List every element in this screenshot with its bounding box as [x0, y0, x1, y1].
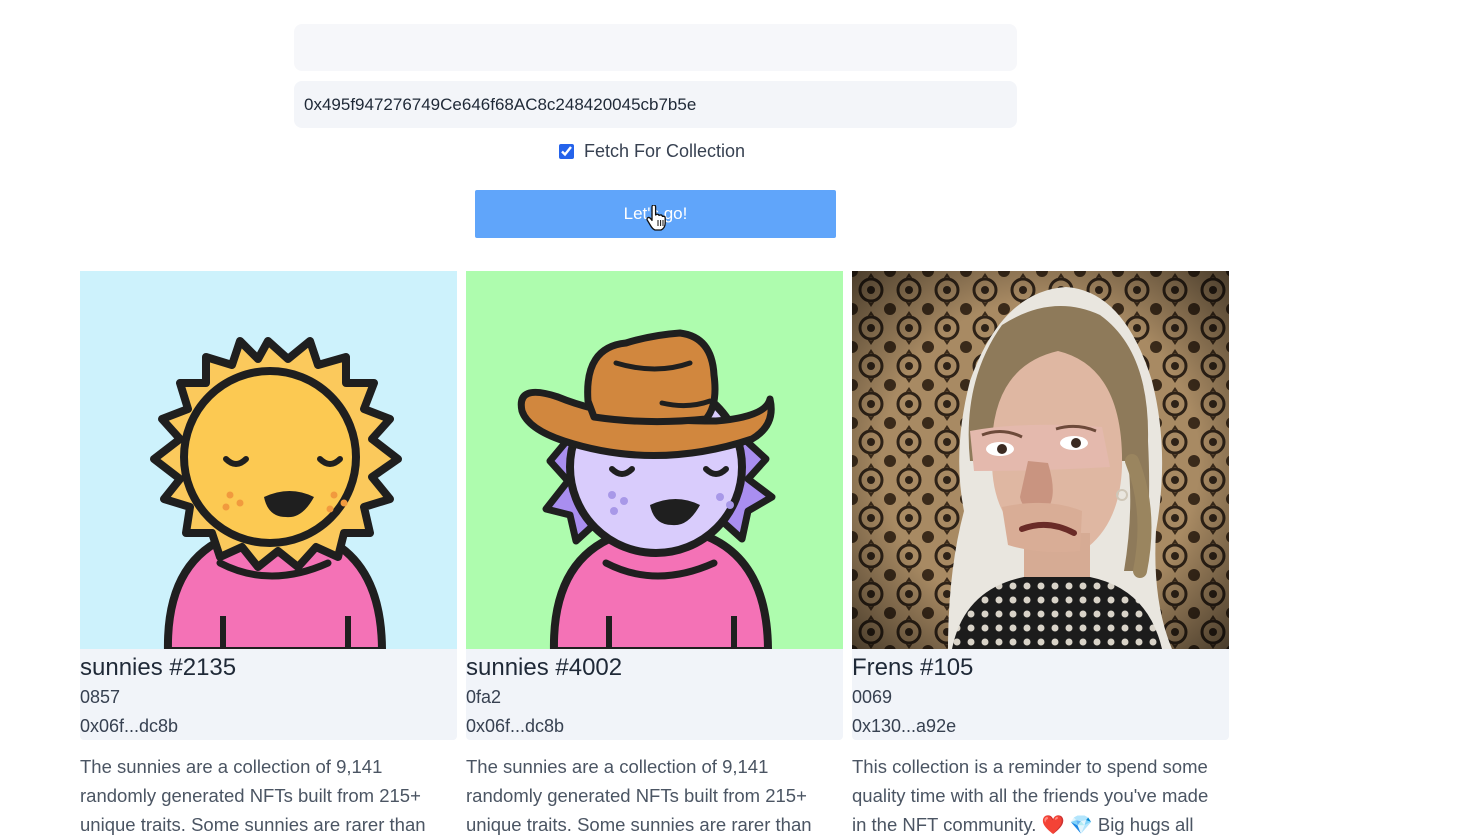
nft-token-id: 0857	[80, 687, 121, 707]
nft-title: sunnies #2135	[80, 654, 237, 681]
nft-description: The sunnies are a collection of 9,141 ra…	[80, 756, 426, 835]
nft-card[interactable]: sunnies #4002 0fa2 0x06f...dc8b The sunn…	[466, 271, 843, 839]
nft-card-grid: sunnies #2135 0857 0x06f...dc8b The sunn…	[80, 271, 1229, 839]
nft-title: sunnies #4002	[466, 654, 623, 681]
nft-card[interactable]: Frens #105 0069 0x130...a92e This collec…	[852, 271, 1229, 839]
nft-token-id: 0069	[852, 687, 893, 707]
fetch-collection-checkbox[interactable]	[559, 144, 574, 159]
nft-card[interactable]: sunnies #2135 0857 0x06f...dc8b The sunn…	[80, 271, 457, 839]
fetch-collection-option[interactable]: Fetch For Collection	[559, 141, 745, 162]
hand-cursor-icon	[646, 205, 666, 231]
nft-owner-address: 0x06f...dc8b	[80, 716, 179, 736]
nft-image-cowboy-character[interactable]	[466, 271, 843, 649]
nft-card-meta: sunnies #2135 0857 0x06f...dc8b	[80, 649, 457, 740]
nft-description: The sunnies are a collection of 9,141 ra…	[466, 756, 812, 835]
nft-owner-address: 0x130...a92e	[852, 716, 957, 736]
contract-address-input[interactable]	[294, 81, 1017, 128]
nft-owner-address: 0x06f...dc8b	[466, 716, 565, 736]
nft-card-meta: sunnies #4002 0fa2 0x06f...dc8b	[466, 649, 843, 740]
nft-image-sun-character[interactable]	[80, 271, 457, 649]
nft-title: Frens #105	[852, 654, 974, 681]
nft-card-meta: Frens #105 0069 0x130...a92e	[852, 649, 1229, 740]
nft-token-id: 0fa2	[466, 687, 502, 707]
wallet-address-input[interactable]	[294, 24, 1017, 71]
fetch-collection-label: Fetch For Collection	[584, 141, 746, 161]
nft-image-collage-portrait[interactable]	[852, 271, 1229, 649]
nft-description: This collection is a reminder to spend s…	[852, 756, 1209, 835]
